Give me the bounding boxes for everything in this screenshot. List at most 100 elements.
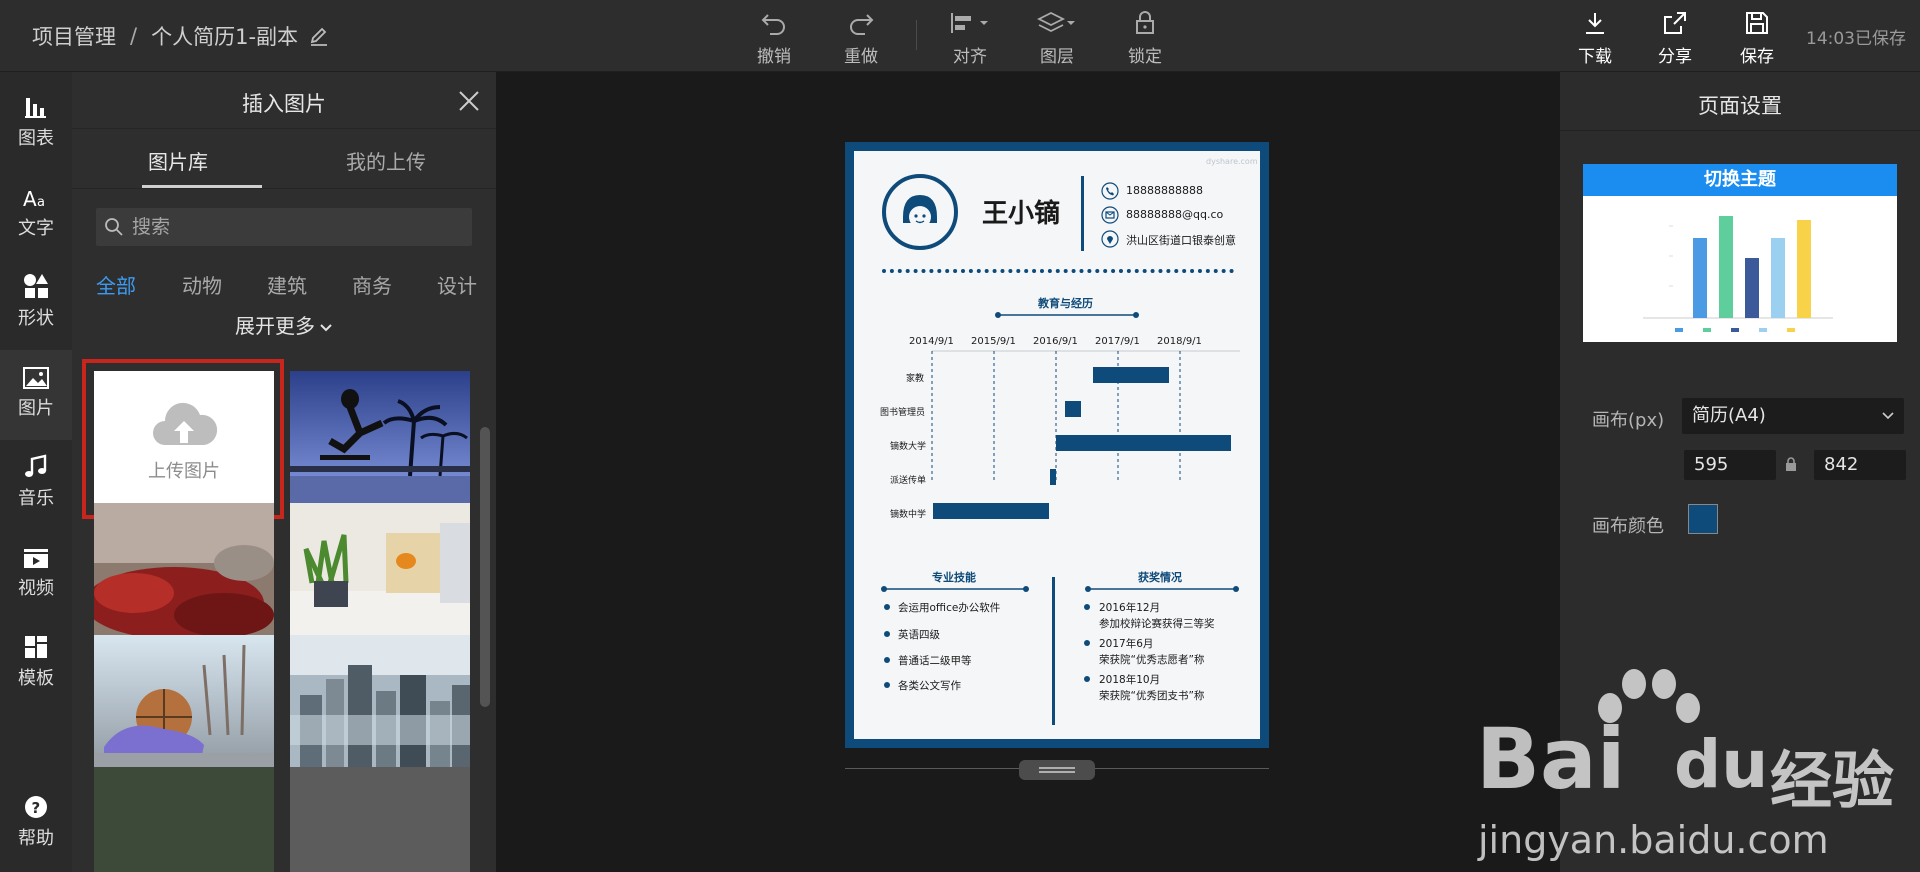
award-date: 2018年10月 — [1099, 674, 1161, 686]
theme-preview-chart — [1643, 216, 1833, 332]
canvas-width-input[interactable]: 595 — [1684, 450, 1776, 480]
layers-icon — [1036, 11, 1075, 33]
lock-button[interactable]: 锁定 — [1110, 6, 1180, 68]
left-toolbar: 图表 Aa 文字 形状 图片 音乐 视频 模板 ? 帮助 — [0, 72, 72, 872]
undo-icon — [761, 14, 785, 35]
rail-item-shapes-label: 形状 — [18, 308, 54, 329]
thumbnail-desk-plant[interactable] — [290, 503, 470, 641]
thumbnail-partial-1[interactable] — [94, 767, 274, 872]
category-all[interactable]: 全部 — [96, 270, 136, 299]
help-label: 帮助 — [18, 828, 54, 849]
award-text: 荣获院“优秀志愿者”称 — [1099, 654, 1205, 666]
category-architecture[interactable]: 建筑 — [267, 270, 307, 299]
search-input[interactable] — [132, 216, 452, 238]
expand-more-button[interactable]: 展开更多 — [72, 310, 496, 339]
rail-item-video-label: 视频 — [18, 578, 54, 599]
save-status: 14:03已保存 — [1806, 29, 1906, 49]
phone-icon — [1101, 182, 1119, 200]
svg-text:a: a — [37, 195, 45, 210]
expand-more-label: 展开更多 — [235, 314, 315, 338]
thumbnail-skateboarder[interactable] — [290, 371, 470, 509]
timeline-bar-librarian — [1065, 401, 1081, 417]
align-label: 对齐 — [953, 47, 987, 67]
save-button[interactable]: 保存 — [1722, 6, 1792, 68]
download-button[interactable]: 下载 — [1560, 6, 1630, 68]
email-icon — [1101, 206, 1119, 224]
category-animals[interactable]: 动物 — [182, 270, 222, 299]
layer-button[interactable]: 图层 — [1022, 6, 1092, 68]
awards-title-underline — [1085, 586, 1239, 592]
shapes-icon — [24, 274, 48, 298]
thumbnail-partial-2[interactable] — [290, 767, 470, 872]
tab-my-uploads[interactable]: 我的上传 — [346, 146, 426, 175]
thumbnail-red-plants[interactable] — [94, 503, 274, 641]
year-label-5: 2018/9/1 — [1157, 336, 1202, 347]
document-title[interactable]: 个人简历1-副本 — [151, 21, 298, 51]
switch-theme-card[interactable]: 切换主题 — [1583, 164, 1897, 342]
app-root: 项目管理 / 个人简历1-副本 撤销 重做 对齐 图层 锁定 下载 分享 保存 … — [0, 0, 1920, 872]
award-text: 参加校辩论赛获得三等奖 — [1099, 618, 1215, 630]
rail-item-image[interactable]: 图片 — [0, 350, 72, 440]
redo-label: 重做 — [844, 47, 878, 67]
timeline-bar-university — [1056, 435, 1231, 451]
rail-item-chart[interactable]: 图表 — [0, 80, 72, 170]
image-grid: 上传图片 — [72, 357, 496, 872]
undo-button[interactable]: 撤销 — [739, 6, 809, 68]
rail-item-video[interactable]: 视频 — [0, 530, 72, 620]
image-icon — [23, 367, 49, 389]
video-icon — [24, 549, 48, 568]
canvas-color-swatch[interactable] — [1688, 504, 1718, 534]
aspect-lock-icon[interactable] — [1784, 456, 1798, 472]
rail-item-shapes[interactable]: 形状 — [0, 260, 72, 350]
thumbnail-basketball-shoe[interactable] — [94, 635, 274, 773]
pencil-icon[interactable] — [308, 25, 330, 47]
switch-theme-label: 切换主题 — [1583, 164, 1897, 196]
search-box — [96, 208, 472, 246]
redo-button[interactable]: 重做 — [826, 6, 896, 68]
help-icon: ? — [25, 796, 47, 818]
share-icon — [1664, 12, 1686, 34]
share-label: 分享 — [1658, 47, 1692, 67]
timeline-bar-flyers — [1050, 469, 1056, 485]
thumbnail-city-skyline[interactable] — [290, 635, 470, 773]
resume-paper: dyshare.com 王小镝 18888888888 88888888@qq.… — [854, 151, 1260, 739]
timeline-row-flyers: 派送传单 — [890, 476, 927, 486]
timeline-row-librarian: 图书管理员 — [880, 408, 926, 418]
page-resize-handle[interactable] — [1019, 760, 1095, 780]
timeline-bar-tutor — [1093, 367, 1169, 383]
breadcrumb-project-management[interactable]: 项目管理 — [32, 21, 116, 51]
download-label: 下载 — [1578, 47, 1612, 67]
canvas-height-input[interactable]: 842 — [1814, 450, 1906, 480]
header-dotted-divider — [882, 269, 1234, 273]
share-button[interactable]: 分享 — [1640, 6, 1710, 68]
rail-item-chart-label: 图表 — [18, 128, 54, 149]
rail-item-text[interactable]: Aa 文字 — [0, 170, 72, 260]
category-business[interactable]: 商务 — [352, 270, 392, 299]
award-text: 荣获院“优秀团支书”称 — [1099, 690, 1205, 702]
resume-page[interactable]: dyshare.com 王小镝 18888888888 88888888@qq.… — [845, 142, 1269, 748]
panel-divider — [72, 128, 496, 129]
help-button[interactable]: ? 帮助 — [0, 780, 72, 870]
resume-name: 王小镝 — [982, 199, 1061, 229]
category-design[interactable]: 设计 — [437, 270, 477, 299]
baidu-jingyan-watermark: Bai du 经验 jingyan.baidu.com — [1470, 668, 1910, 868]
search-icon — [105, 218, 123, 236]
align-button[interactable]: 对齐 — [935, 6, 1005, 68]
education-title-underline — [995, 312, 1139, 318]
close-icon[interactable] — [456, 88, 482, 114]
panel-scrollbar[interactable] — [480, 427, 490, 707]
upload-image-button[interactable]: 上传图片 — [94, 371, 274, 507]
tab-image-library[interactable]: 图片库 — [148, 146, 208, 175]
canvas-preset-select[interactable]: 简历(A4) — [1682, 398, 1904, 434]
skill-bullet — [884, 657, 890, 663]
rail-item-template[interactable]: 模板 — [0, 620, 72, 710]
rail-item-music[interactable]: 音乐 — [0, 440, 72, 530]
canvas-size-label: 画布(px) — [1592, 410, 1665, 431]
chevron-down-icon — [320, 323, 332, 331]
top-bar: 项目管理 / 个人简历1-副本 撤销 重做 对齐 图层 锁定 下载 分享 保存 … — [0, 0, 1920, 72]
template-icon — [25, 636, 47, 658]
bar-chart-icon — [25, 98, 46, 118]
toolbar-divider — [916, 20, 917, 50]
timeline-row-middle-school: 镝数中学 — [890, 510, 927, 520]
skill-item: 各类公文写作 — [898, 680, 961, 692]
